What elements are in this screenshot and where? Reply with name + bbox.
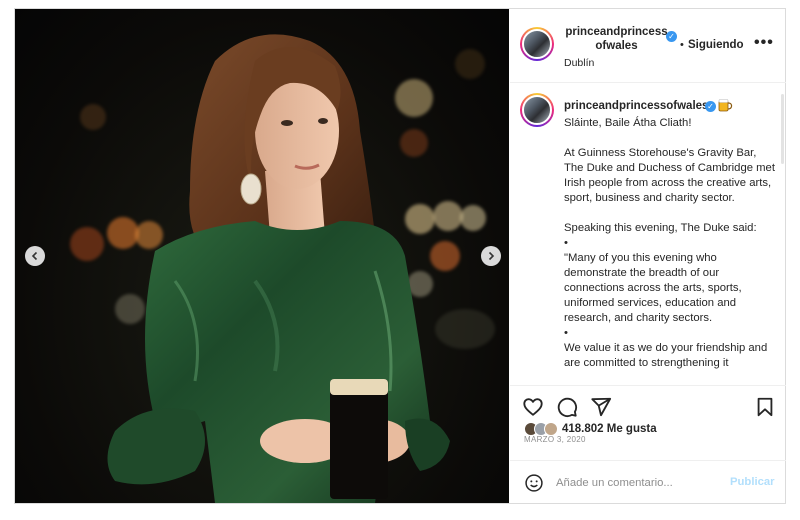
woman-figure	[107, 34, 450, 503]
location-link[interactable]: Dublín	[564, 57, 594, 69]
username-line-1[interactable]: princeandprincess	[564, 25, 669, 39]
caption-scrollbar[interactable]	[781, 94, 784, 164]
prev-photo-button[interactable]	[25, 246, 45, 266]
likes-count[interactable]: 418.802 Me gusta	[562, 423, 657, 435]
bokeh-light	[455, 49, 485, 79]
username-line-2[interactable]: ofwales	[564, 39, 669, 53]
caption-paragraph: At Guinness Storehouse's Gravity Bar, Th…	[564, 147, 775, 204]
post-side-panel: princeandprincess ofwales ✓ • Siguiendo …	[510, 9, 786, 503]
caption-bullet: •	[564, 327, 568, 339]
caption-paragraph: "Many of you this evening who demonstrat…	[564, 252, 742, 324]
comment-button[interactable]	[556, 396, 578, 418]
avatar[interactable]	[520, 93, 554, 127]
heart-icon	[523, 398, 543, 416]
caption-paragraph: We value it as we do your friendship and…	[564, 342, 768, 369]
avatar[interactable]	[520, 27, 554, 61]
chevron-right-icon	[488, 251, 495, 261]
comment-bar: Publicar	[510, 460, 786, 503]
save-button[interactable]	[754, 396, 776, 418]
caption-text: Sláinte, Baile Átha Cliath! At Guinness …	[564, 116, 778, 371]
comment-bubble-icon	[557, 397, 578, 418]
comment-input[interactable]	[556, 474, 716, 492]
following-button[interactable]: Siguiendo	[688, 39, 744, 51]
separator-dot: •	[680, 39, 684, 51]
caption-line: Sláinte, Baile Átha Cliath!	[564, 117, 692, 129]
bokeh-light	[460, 205, 486, 231]
verified-badge-icon: ✓	[705, 101, 716, 112]
post-modal: princeandprincess ofwales ✓ • Siguiendo …	[14, 8, 786, 504]
caption-username[interactable]: princeandprincessofwales	[564, 100, 708, 112]
caption-paragraph: Speaking this evening, The Duke said:	[564, 222, 757, 234]
liker-avatar	[544, 422, 558, 436]
caption-gap	[564, 131, 778, 146]
more-options-icon[interactable]: •••	[754, 34, 774, 52]
like-button[interactable]	[522, 396, 544, 418]
caption-area: princeandprincessofwales ✓ Sláinte, Bail…	[510, 84, 786, 386]
caption-bullet: •	[564, 237, 568, 249]
post-photo[interactable]	[15, 9, 509, 503]
bookmark-icon	[757, 397, 773, 417]
paper-plane-icon	[591, 397, 612, 417]
share-button[interactable]	[590, 396, 612, 418]
beer-mug-icon	[718, 99, 733, 112]
publish-button[interactable]: Publicar	[730, 476, 775, 488]
next-photo-button[interactable]	[481, 246, 501, 266]
post-date: MARZO 3, 2020	[524, 435, 586, 444]
caption-gap	[564, 206, 778, 221]
header-username[interactable]: princeandprincess ofwales	[564, 25, 669, 53]
verified-badge-icon: ✓	[666, 31, 677, 42]
chevron-left-icon	[31, 251, 38, 261]
smiley-icon[interactable]	[524, 473, 544, 493]
post-header: princeandprincess ofwales ✓ • Siguiendo …	[510, 9, 786, 83]
